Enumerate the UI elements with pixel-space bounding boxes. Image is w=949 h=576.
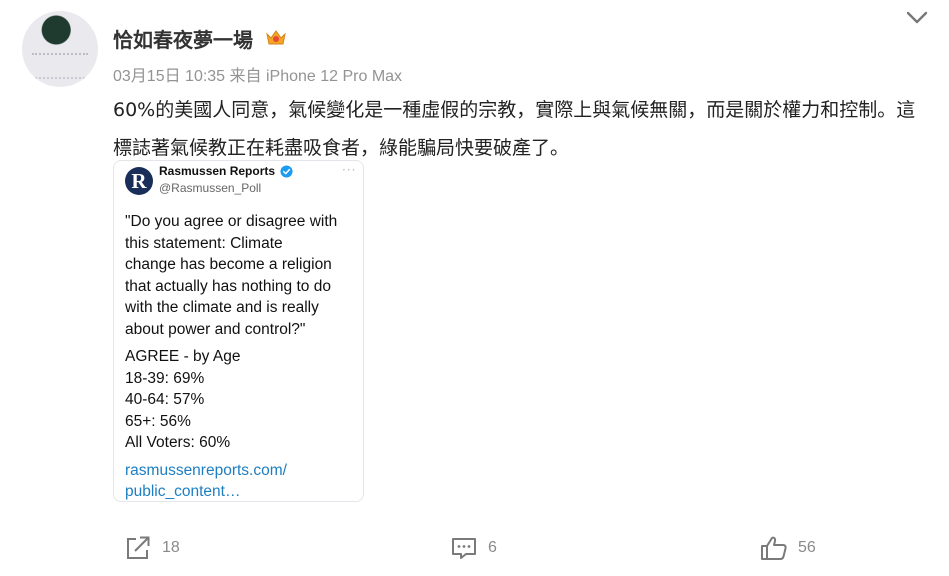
tweet-stats-line: AGREE - by Age bbox=[125, 348, 241, 365]
avatar-lace-decoration bbox=[32, 53, 88, 79]
comment-count: 6 bbox=[488, 539, 497, 556]
tweet-quote-line: "Do you agree or disagree with bbox=[125, 213, 338, 230]
tweet-logo: R bbox=[125, 167, 153, 195]
chevron-down-icon[interactable] bbox=[906, 11, 928, 25]
tweet-stats-line: 40-64: 57% bbox=[125, 391, 205, 408]
tweet-quote-line: about power and control?" bbox=[125, 320, 306, 338]
tweet-handle[interactable]: @Rasmussen_Poll bbox=[159, 181, 261, 195]
tweet-quote-line: this statement: Climate bbox=[125, 234, 283, 252]
tweet-author-name[interactable]: Rasmussen Reports bbox=[159, 164, 275, 178]
post-text: 60%的美國人同意，氣候變化是一種虛假的宗教，實際上與氣候無關，而是關於權力和控… bbox=[113, 99, 916, 159]
post-meta: 03月15日 10:35 来自 iPhone 12 Pro Max bbox=[113, 68, 403, 85]
thumbs-up-icon bbox=[761, 536, 787, 560]
verified-badge-icon bbox=[280, 165, 293, 178]
share-count: 18 bbox=[162, 539, 180, 556]
tweet-more-icon[interactable]: ··· bbox=[342, 163, 356, 177]
tweet-quote-line: with the climate and is really bbox=[125, 299, 319, 316]
crown-badge-icon[interactable] bbox=[265, 29, 287, 47]
like-count: 56 bbox=[798, 539, 816, 556]
tweet-stats-line: 65+: 56% bbox=[125, 412, 191, 430]
comment-icon bbox=[452, 538, 476, 559]
share-icon bbox=[127, 536, 150, 559]
tweet-body: "Do you agree or disagree with this stat… bbox=[125, 211, 357, 501]
tweet-stats-line: All Voters: 60% bbox=[125, 434, 231, 451]
tweet-quote-line: change has become a religion bbox=[125, 256, 332, 273]
comment-action[interactable]: 6 bbox=[450, 534, 497, 562]
tweet-link[interactable]: rasmussenreports.com/ bbox=[125, 460, 357, 482]
avatar[interactable] bbox=[22, 11, 98, 87]
share-action[interactable]: 18 bbox=[124, 534, 180, 562]
like-action[interactable]: 56 bbox=[760, 534, 816, 562]
embedded-tweet-card[interactable]: R Rasmussen Reports @Rasmussen_Poll ··· … bbox=[113, 160, 364, 502]
tweet-stats-line: 18-39: 69% bbox=[125, 369, 205, 387]
username[interactable]: 恰如春夜夢一場 bbox=[113, 24, 253, 53]
tweet-link[interactable]: public_content… bbox=[125, 481, 357, 501]
tweet-quote-line: that actually has nothing to do bbox=[125, 277, 331, 295]
